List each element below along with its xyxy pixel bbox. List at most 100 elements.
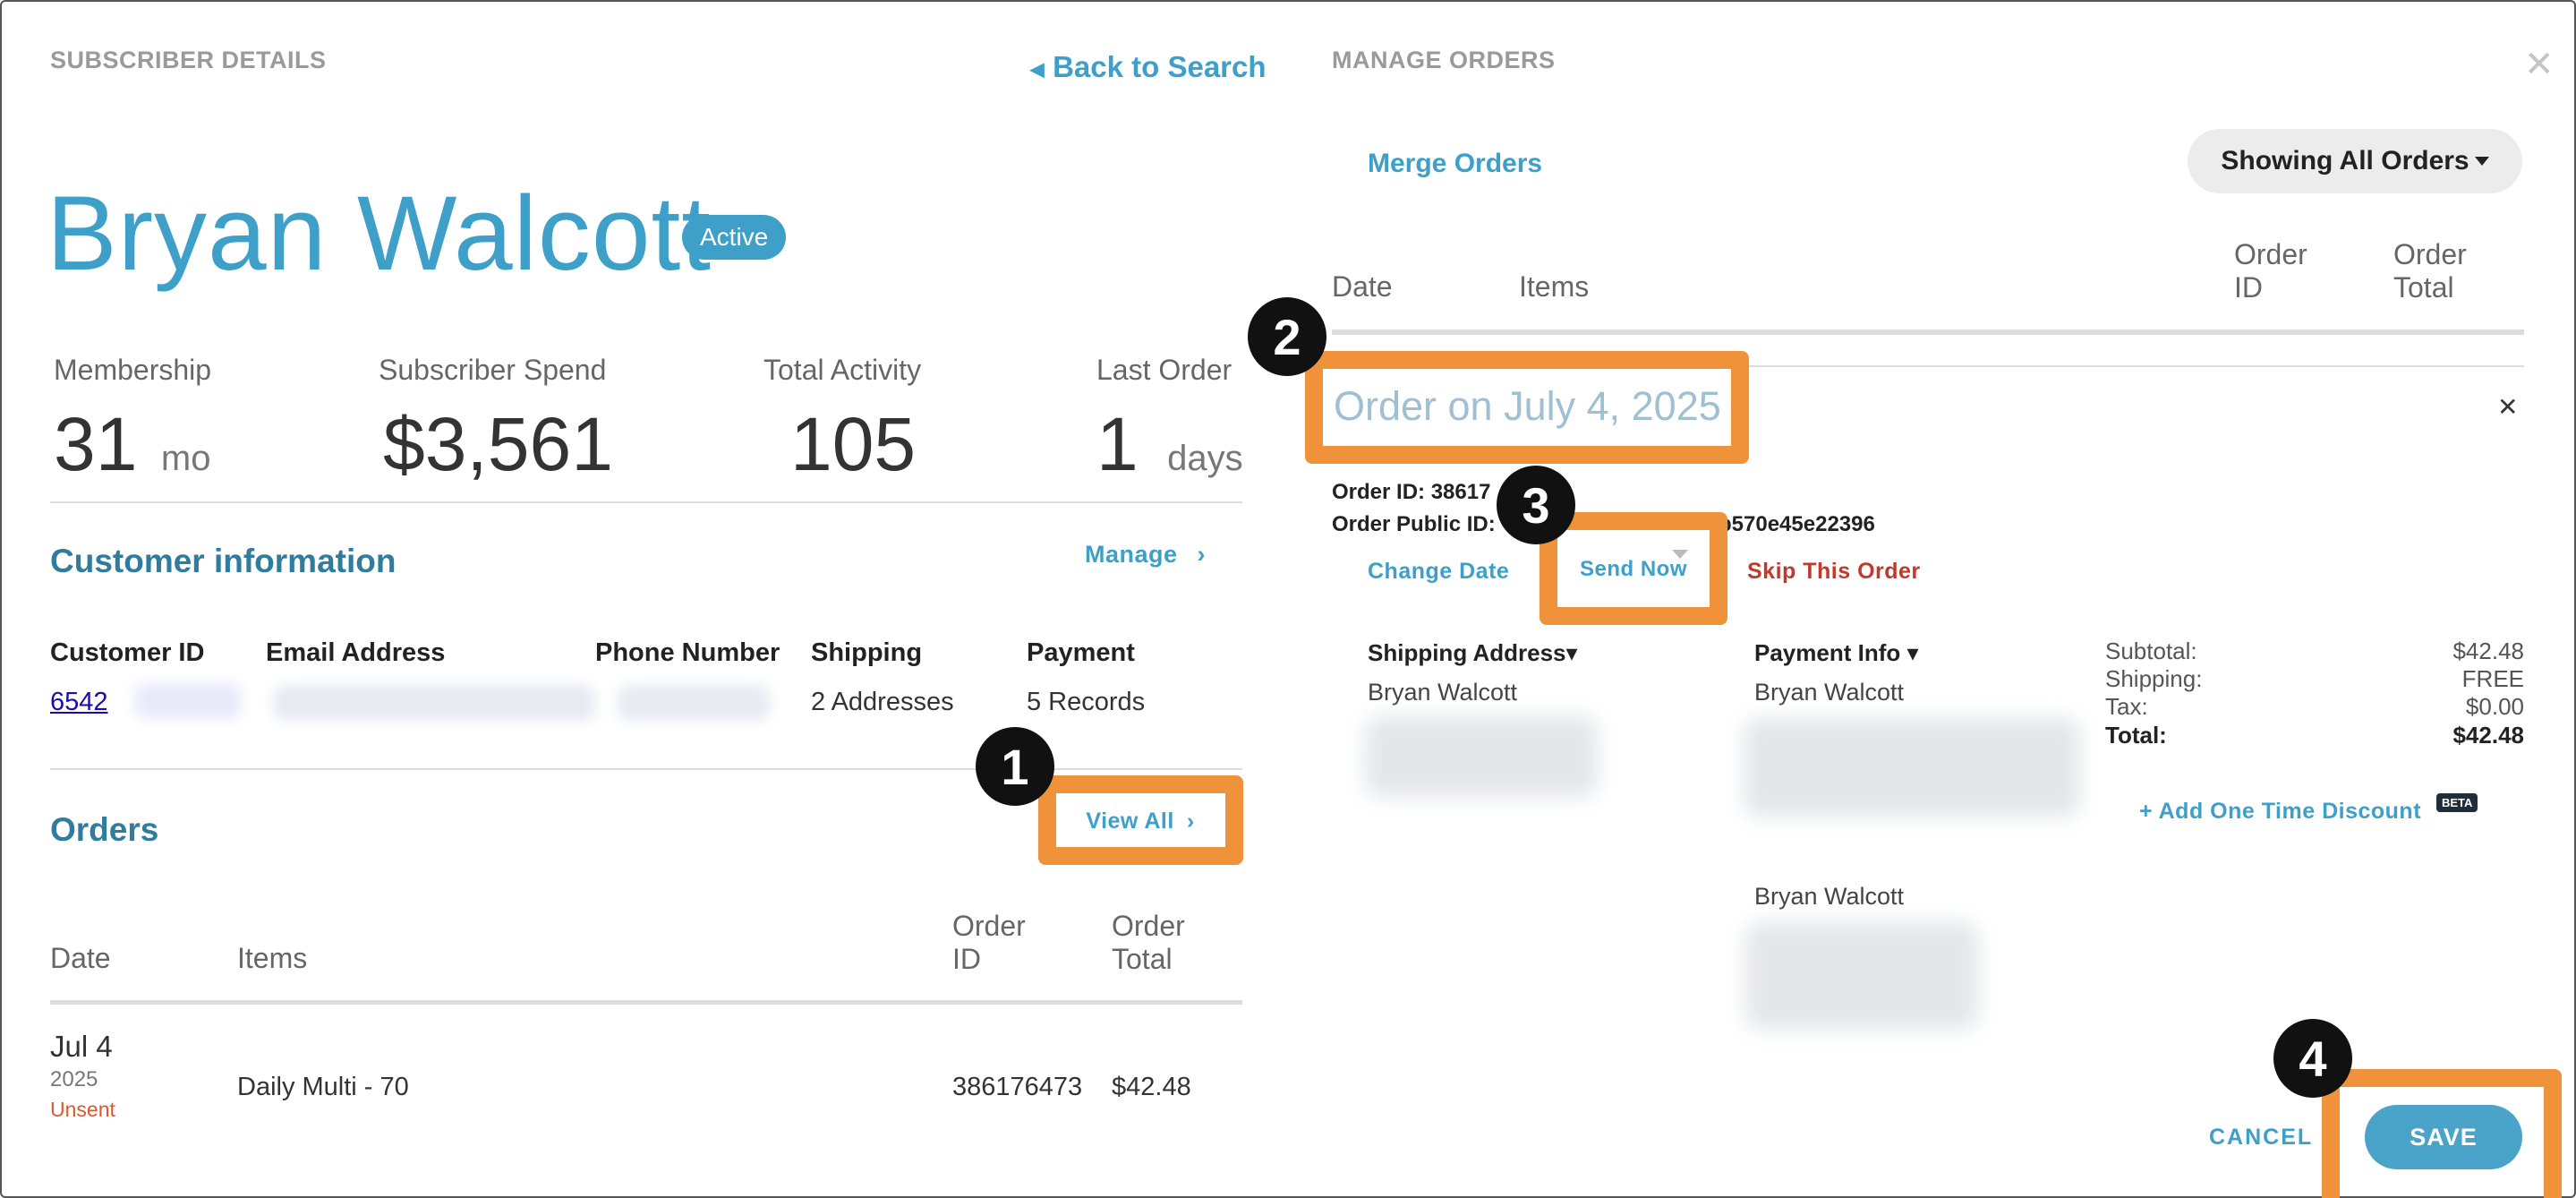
stat-unit-last-order: days [1167,439,1243,478]
col-email: Email Address [266,638,446,667]
save-button[interactable]: SAVE [2365,1105,2522,1169]
manage-col-items: Items [1519,270,1590,303]
stat-label-spend: Subscriber Spend [379,354,607,386]
payment-info-label: Payment Info [1754,639,1901,666]
back-to-search-link[interactable]: ◀ Back to Search [1029,50,1267,84]
orders-col-order-id: Order ID [952,910,1026,975]
shipping-name: Bryan Walcott [1368,679,1518,706]
customer-id-link[interactable]: 6542 [50,688,108,717]
payment-info-toggle[interactable]: Payment Info ▾ [1754,639,1919,667]
order-id: 386176473 [952,1073,1083,1101]
orders-header-rule [50,1000,1242,1005]
order-items: Daily Multi - 70 [237,1073,409,1101]
shipping-cost-value: FREE [2461,665,2524,692]
stat-label-activity: Total Activity [763,354,922,386]
customer-info-divider [50,768,1242,770]
manage-header-rule [1332,329,2524,335]
shipping-cost-label: Shipping: [2105,665,2203,692]
send-now-label: Send Now [1579,557,1687,581]
customer-info-heading: Customer information [50,543,397,579]
stat-value-activity: 105 [790,402,917,486]
stat-label-membership: Membership [54,354,212,386]
chevron-right-icon: › [1186,808,1195,834]
orders-col-items: Items [237,942,308,974]
subscriber-name: Bryan Walcott [47,175,712,293]
order-id-value: 38617 [1430,480,1491,504]
table-row[interactable]: Jul 4 2025 Unsent [50,1030,115,1122]
stat-value-spend: $3,561 [383,402,613,486]
manage-orders-title: MANAGE ORDERS [1332,47,1556,73]
redacted-email [273,685,595,721]
order-id-label: Order ID: [1332,480,1426,504]
back-to-search-label: Back to Search [1053,50,1267,83]
total-label: Total: [2105,722,2167,749]
chevron-right-icon: › [1197,541,1207,568]
stat-value-last-order: 1 [1096,402,1139,486]
order-public-id-label: Order Public ID: [1332,512,1496,536]
close-icon[interactable]: ✕ [2524,47,2555,82]
merge-orders-link[interactable]: Merge Orders [1368,149,1542,179]
stats-divider [50,501,1242,503]
col-customer-id: Customer ID [50,638,205,667]
order-filter-label: Showing All Orders [2221,146,2469,175]
callout-2: 2 [1248,297,1326,376]
subtotal-value: $42.48 [2452,638,2524,664]
order-date: Jul 4 [50,1030,113,1063]
view-all-button[interactable]: View All › [1065,802,1215,840]
order-id-line: Order ID: 38617 [1332,480,1490,505]
stat-last-order: 1 days [1096,401,1243,488]
summary-row-tax: Tax: $0.00 [2105,693,2524,721]
manage-col-date: Date [1332,270,1393,303]
chevron-left-icon: ◀ [1029,57,1045,81]
order-status: Unsent [50,1098,115,1121]
col-phone: Phone Number [595,638,780,667]
orders-col-date: Date [50,942,111,974]
orders-col-order-total: Order Total [1112,910,1185,975]
summary-row-total: Total: $42.48 [2105,721,2524,750]
view-all-label: View All [1086,808,1174,834]
stat-value-membership: 31 [54,402,138,486]
order-total: $42.48 [1112,1073,1191,1101]
redacted-customer-extra [134,683,242,719]
stat-membership: 31 mo [54,401,210,488]
tax-value: $0.00 [2465,693,2524,720]
billing-name: Bryan Walcott [1754,883,1905,910]
redacted-billing-address [1745,922,1978,1030]
skip-order-link[interactable]: Skip This Order [1747,559,1921,585]
summary-row-subtotal: Subtotal: $42.48 [2105,638,2524,665]
order-filter-dropdown[interactable]: Showing All Orders [2188,129,2522,193]
manage-col-order-total: Order Total [2393,238,2467,304]
subscriber-details-title: SUBSCRIBER DETAILS [50,47,327,73]
callout-4: 4 [2273,1019,2352,1098]
shipping-address-toggle[interactable]: Shipping Address▾ [1368,639,1578,667]
stat-label-last-order: Last Order [1096,354,1233,386]
callout-1: 1 [976,727,1054,806]
subtotal-label: Subtotal: [2105,638,2197,664]
order-title: Order on July 4, 2025 [1328,383,1727,430]
redacted-payment-info [1744,718,2080,817]
change-date-link[interactable]: Change Date [1368,559,1509,585]
send-now-caret-icon[interactable] [1672,550,1688,559]
shipping-count: 2 Addresses [811,688,954,716]
total-value: $42.48 [2452,722,2524,749]
status-badge: Active [682,215,787,260]
callout-3: 3 [1497,466,1575,544]
manage-link[interactable]: Manage › [1085,541,1206,569]
col-payment: Payment [1027,638,1135,667]
triangle-down-icon: ▾ [1565,639,1578,666]
order-summary: Subtotal: $42.48 Shipping: FREE Tax: $0.… [2105,638,2524,750]
stat-unit-membership: mo [160,439,211,478]
caret-down-icon [2474,157,2489,166]
remove-order-icon[interactable]: ✕ [2497,392,2518,422]
cancel-button[interactable]: CANCEL [2209,1125,2313,1151]
manage-label: Manage [1085,541,1178,568]
triangle-down-icon: ▾ [1906,639,1919,666]
add-discount-link[interactable]: + Add One Time Discount [2139,799,2421,825]
redacted-phone [618,685,770,721]
tax-label: Tax: [2105,693,2148,720]
beta-badge: BETA [2436,793,2478,812]
orders-heading: Orders [50,811,159,848]
summary-row-shipping: Shipping: FREE [2105,665,2524,693]
shipping-address-label: Shipping Address [1368,639,1566,666]
col-shipping: Shipping [811,638,923,667]
